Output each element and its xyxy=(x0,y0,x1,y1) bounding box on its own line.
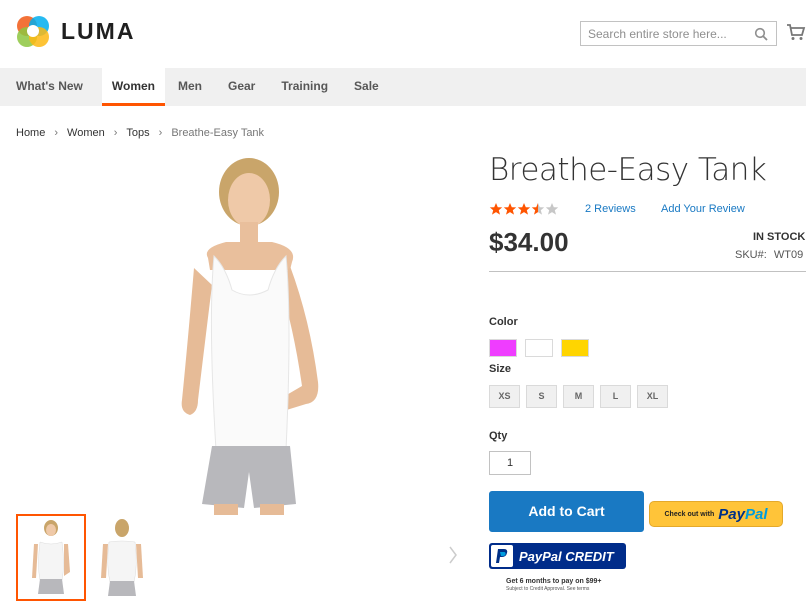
star-icon xyxy=(517,203,531,215)
nav-item-training[interactable]: Training xyxy=(268,68,341,106)
sku-label: SKU#: xyxy=(735,249,767,261)
paypal-checkout-text: Check out with xyxy=(664,510,715,518)
breadcrumb: Home › Women › Tops › Breathe-Easy Tank xyxy=(16,127,264,139)
search-box xyxy=(580,21,777,46)
color-swatch-white[interactable] xyxy=(525,339,553,357)
qty-label: Qty xyxy=(489,430,508,442)
color-swatch-yellow[interactable] xyxy=(561,339,589,357)
qty-input[interactable] xyxy=(489,451,531,475)
size-option-l[interactable]: L xyxy=(600,385,631,408)
nav-item-men[interactable]: Men xyxy=(165,68,215,106)
color-swatch-purple[interactable] xyxy=(489,339,517,357)
luma-logo-icon xyxy=(17,16,49,47)
nav-item-women[interactable]: Women xyxy=(101,68,165,106)
search-input[interactable] xyxy=(581,22,751,45)
chevron-right-icon: › xyxy=(54,127,59,139)
product-main-image[interactable] xyxy=(130,150,365,515)
size-label: Size xyxy=(489,363,512,375)
credit-note: Get 6 months to pay on $99+ xyxy=(506,578,602,585)
star-empty-icon xyxy=(545,203,559,215)
paypal-checkout-button[interactable]: Check out with PayPal xyxy=(649,501,783,527)
paypal-credit-text: PayPal CREDIT xyxy=(519,548,614,564)
sku-value: WT09 xyxy=(773,249,804,261)
chevron-right-icon[interactable] xyxy=(448,545,458,565)
rating-stars xyxy=(489,202,559,216)
color-label: Color xyxy=(489,316,518,328)
breadcrumb-tops[interactable]: Tops xyxy=(126,127,149,139)
search-icon[interactable] xyxy=(754,27,768,41)
logo[interactable]: LUMA xyxy=(15,13,135,49)
divider xyxy=(489,271,806,272)
thumbnail-back[interactable] xyxy=(87,514,157,601)
reviews-link[interactable]: 2 Reviews xyxy=(585,203,636,215)
add-review-link[interactable]: Add Your Review xyxy=(661,203,745,215)
credit-terms[interactable]: Subject to Credit Approval. See terms xyxy=(506,586,589,592)
chevron-right-icon: › xyxy=(158,127,163,139)
size-option-xl[interactable]: XL xyxy=(637,385,668,408)
breadcrumb-home[interactable]: Home xyxy=(16,127,45,139)
header: LUMA xyxy=(0,0,806,68)
star-half-icon xyxy=(531,203,545,215)
nav-item-gear[interactable]: Gear xyxy=(215,68,268,106)
logo-text: LUMA xyxy=(61,17,136,44)
cart-icon[interactable] xyxy=(786,22,806,42)
star-icon xyxy=(489,203,503,215)
product-title: Breathe-Easy Tank xyxy=(489,152,767,188)
paypal-p-icon xyxy=(491,545,513,567)
thumbnail-front[interactable] xyxy=(16,514,86,601)
sku: SKU#: WT09 xyxy=(735,249,803,261)
paypal-logo: PayPal xyxy=(718,505,768,523)
breadcrumb-current: Breathe-Easy Tank xyxy=(171,127,265,139)
breadcrumb-women[interactable]: Women xyxy=(67,127,105,139)
main-nav: What's New Women Men Gear Training Sale xyxy=(0,68,806,106)
size-option-m[interactable]: M xyxy=(563,385,594,408)
product-price: $34.00 xyxy=(489,227,569,257)
size-option-s[interactable]: S xyxy=(526,385,557,408)
add-to-cart-button[interactable]: Add to Cart xyxy=(489,491,644,532)
nav-item-sale[interactable]: Sale xyxy=(341,68,392,106)
stock-status: IN STOCK xyxy=(753,231,806,243)
size-option-xs[interactable]: XS xyxy=(489,385,520,408)
paypal-credit-button[interactable]: PayPal CREDIT xyxy=(489,543,626,569)
chevron-right-icon: › xyxy=(113,127,118,139)
nav-item-whats-new[interactable]: What's New xyxy=(0,68,96,106)
star-icon xyxy=(503,203,517,215)
